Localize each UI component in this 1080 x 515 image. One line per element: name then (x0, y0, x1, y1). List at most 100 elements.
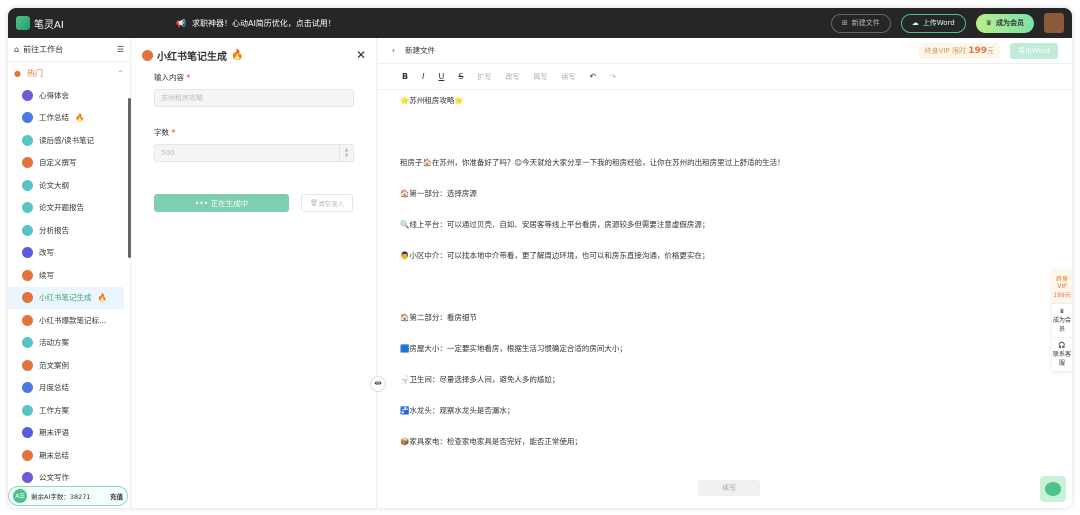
float-continue-label: 续写 (722, 484, 736, 492)
stepper-arrows[interactable]: ▲ ▼ (339, 145, 353, 161)
fire-icon: 🔥 (75, 113, 85, 123)
recharge-button[interactable]: 充值 (110, 491, 123, 501)
section-hot[interactable]: ● 热门 ⌃ (8, 62, 130, 84)
redo-icon[interactable]: ↷ (610, 73, 616, 81)
paragraph: 🚰水龙头：观察水龙头是否漏水； (400, 406, 515, 415)
sidebar-item[interactable]: 改写 (8, 242, 130, 265)
sidebar-item-label: 公文写作 (39, 473, 69, 483)
rewrite-button[interactable]: 改写 (505, 72, 519, 82)
right-float-panel: 终身VIP 199元 ♛ 成为会员 🎧 联系客服 (1052, 270, 1072, 372)
content-input[interactable]: 苏州租房攻略 (154, 89, 354, 107)
upload-label: 上传Word (922, 19, 955, 27)
sidebar-item[interactable]: 活动方案 (8, 332, 130, 355)
sidebar-item-label: 小红书爆款笔记标... (39, 315, 107, 325)
logo[interactable]: 笔灵AI (16, 16, 64, 31)
sidebar-item-label: 工作总结 (39, 113, 69, 123)
float-continue-button[interactable]: 续写 (698, 480, 760, 496)
vip-promo-side[interactable]: 终身VIP 199元 (1052, 270, 1072, 304)
word-count-stepper[interactable]: 500 ▲ ▼ (154, 144, 354, 162)
sidebar-item-label: 自定义撰写 (39, 158, 77, 168)
sidebar-item[interactable]: 自定义撰写 (8, 152, 130, 175)
sidebar-item[interactable]: 续写 (8, 264, 130, 287)
sidebar-item-label: 改写 (39, 248, 54, 258)
tool-icon (22, 247, 33, 259)
sidebar-item[interactable]: 心得体会 (8, 84, 130, 107)
side-service-button[interactable]: 🎧 联系客服 (1052, 338, 1072, 372)
sidebar-item[interactable]: 范文案例 (8, 354, 130, 377)
paragraph: 🔍线上平台：可以通过贝壳、自如、安居客等线上平台看房，房源较多但需要注意虚假房源… (400, 220, 710, 229)
paragraph: 📦家具家电：检查家电家具是否完好，能否正常使用； (400, 437, 582, 446)
chevron-up-icon: ⌃ (117, 68, 124, 78)
sidebar-item-label: 分析报告 (39, 225, 69, 235)
generating-button[interactable]: ••• 正在生成中 (154, 194, 289, 212)
paragraph: 租房子🏠在苏州，你准备好了吗？😊今天就给大家分享一下我的租房经验，让你在苏州的出… (400, 158, 785, 167)
sidebar-item-label: 续写 (39, 270, 54, 280)
shorten-button[interactable]: 简写 (533, 72, 547, 82)
back-icon[interactable]: ‹ (392, 46, 395, 55)
export-word-button[interactable]: 导出Word (1010, 42, 1058, 59)
tool-icon (22, 382, 33, 394)
paragraph: 🌟苏州租房攻略🌟 (400, 96, 464, 105)
tool-icon (22, 427, 33, 439)
sidebar-item[interactable]: 月度总结 (8, 377, 130, 400)
vip-unit: 元 (987, 46, 994, 55)
sidebar-item[interactable]: 读后感/读书笔记 (8, 129, 130, 152)
italic-button[interactable]: I (422, 72, 424, 81)
sidebar-scrollbar[interactable] (128, 98, 131, 258)
sidebar-item-label: 工作方案 (39, 405, 69, 415)
vip-promo[interactable]: 终身VIP 限时 199元 (918, 42, 1000, 59)
quota-bar: A☰ 剩余AI字数：38271 充值 (8, 486, 128, 506)
tool-icon (22, 472, 33, 484)
go-workspace-link[interactable]: ⌂ 前往工作台 ☰ (8, 38, 130, 62)
editor: ‹ 新建文件 终身VIP 限时 199元 导出Word B I U S 扩写 改写… (378, 38, 1072, 508)
user-avatar[interactable] (1044, 13, 1064, 33)
input-label-text: 输入内容 (154, 73, 184, 82)
document-content[interactable]: 🌟苏州租房攻略🌟 租房子🏠在苏州，你准备好了吗？😊今天就给大家分享一下我的租房经验… (378, 90, 1072, 474)
upload-word-button[interactable]: ☁ 上传Word (900, 13, 966, 33)
sidebar-item[interactable]: 小红书笔记生成 🔥 (8, 286, 124, 309)
sidebar-item[interactable]: 工作总结 🔥 (8, 107, 130, 130)
fire-icon: 🔥 (97, 293, 107, 303)
sidebar-item[interactable]: 论文大纲 (8, 174, 130, 197)
paragraph (400, 127, 1050, 137)
side-vip: 终身VIP (1055, 276, 1068, 290)
sidebar-item[interactable]: 期末总结 (8, 444, 130, 467)
sidebar-item-label: 读后感/读书笔记 (39, 135, 95, 145)
menu-collapse-icon[interactable]: ☰ (117, 45, 124, 54)
clear-input-button[interactable]: 🗑 清空录入 (301, 194, 353, 212)
continue-button[interactable]: 续写 (561, 72, 575, 82)
megaphone-icon: 📢 (176, 18, 186, 28)
sidebar-item-label: 范文案例 (39, 360, 69, 370)
loading-dots-icon: ••• (194, 198, 211, 208)
tool-icon (22, 179, 33, 191)
hot-icon: ● (14, 68, 21, 78)
become-member-button[interactable]: ♛ 成为会员 (975, 13, 1034, 33)
content-input-value: 苏州租房攻略 (161, 94, 203, 102)
strikethrough-button[interactable]: S (458, 72, 463, 81)
tool-icon (22, 134, 33, 146)
tool-icon (22, 202, 33, 214)
notice-banner[interactable]: 📢 求职神器！心动AI简历优化，点击试用！ (176, 18, 336, 29)
cloud-upload-icon: ☁ (911, 19, 919, 27)
assistant-bot-icon[interactable] (1040, 476, 1066, 502)
member-label: 成为会员 (996, 19, 1024, 27)
expand-button[interactable]: 扩写 (477, 72, 491, 82)
side-member-button[interactable]: ♛ 成为会员 (1052, 304, 1072, 338)
home-label: 前往工作台 (23, 45, 64, 54)
resize-handle-icon[interactable]: ⇹ (370, 376, 386, 392)
sidebar-item[interactable]: 论文开题报告 (8, 197, 130, 220)
tool-icon (22, 449, 33, 461)
sidebar-item-label: 论文开题报告 (39, 203, 84, 213)
underline-button[interactable]: U (438, 72, 444, 81)
sidebar-item[interactable]: 分析报告 (8, 219, 130, 242)
sidebar-item[interactable]: 期末评语 (8, 422, 130, 445)
bold-button[interactable]: B (402, 72, 408, 81)
sidebar-item[interactable]: 小红书爆款笔记标... (8, 309, 130, 332)
new-file-button[interactable]: ⊞ 新建文件 (830, 13, 891, 33)
tool-icon (22, 359, 33, 371)
undo-icon[interactable]: ↶ (589, 72, 596, 81)
document-title: 新建文件 (405, 46, 435, 55)
sidebar-item[interactable]: 工作方案 (8, 399, 130, 422)
close-icon[interactable]: ✕ (356, 48, 366, 62)
clear-label: 清空录入 (318, 200, 345, 208)
